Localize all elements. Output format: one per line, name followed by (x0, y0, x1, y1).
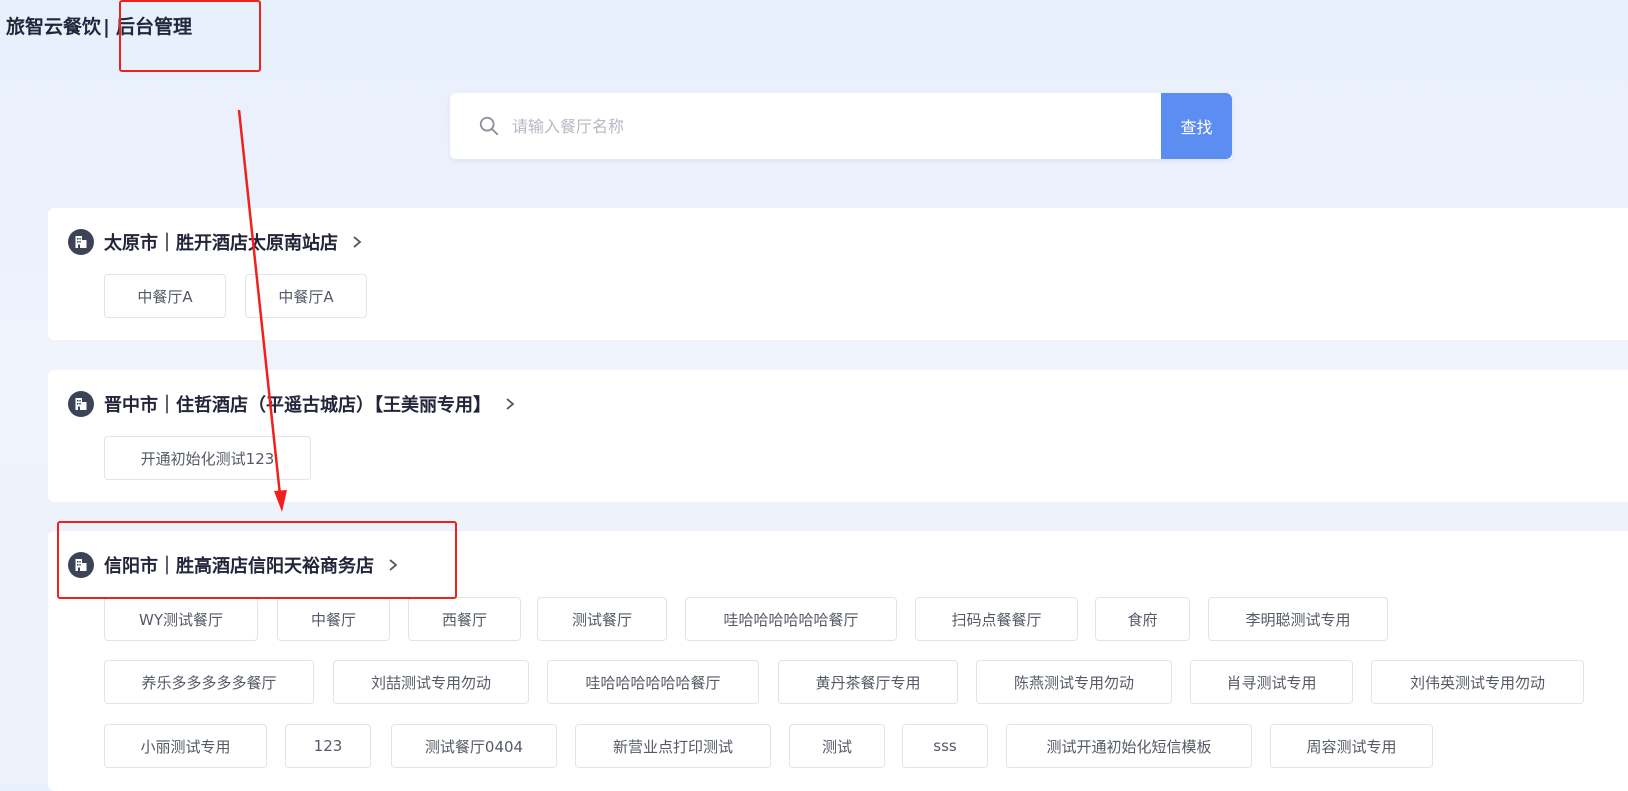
hotel-card: 太原市｜胜开酒店太原南站店 中餐厅A 中餐厅A (48, 208, 1628, 340)
building-icon (68, 391, 94, 417)
restaurant-tag[interactable]: 123 (285, 724, 371, 768)
hotel-name: 太原市｜胜开酒店太原南站店 (104, 233, 338, 254)
search-button[interactable]: 查找 (1161, 93, 1232, 159)
app-title: 旅智云餐饮 | 后台管理 (6, 12, 192, 39)
restaurant-tag[interactable]: 黄丹茶餐厅专用 (778, 660, 958, 704)
restaurant-tag[interactable]: 中餐厅A (245, 274, 367, 318)
building-icon (68, 229, 94, 255)
restaurant-tag[interactable]: 陈燕测试专用勿动 (976, 660, 1172, 704)
restaurant-tag[interactable]: 哇哈哈哈哈哈哈餐厅 (547, 660, 759, 704)
chevron-right-icon (353, 236, 362, 248)
restaurant-tag[interactable]: 刘喆测试专用勿动 (333, 660, 529, 704)
hotel-name: 信阳市｜胜高酒店信阳天裕商务店 (104, 556, 374, 577)
restaurant-tag[interactable]: 测试餐厅0404 (391, 724, 557, 768)
restaurant-tag[interactable]: 测试开通初始化短信模板 (1006, 724, 1252, 768)
hotel-card: 信阳市｜胜高酒店信阳天裕商务店 WY测试餐厅 中餐厅 西餐厅 测试餐厅 哇哈哈哈… (48, 531, 1628, 791)
restaurant-tag[interactable]: 哇哈哈哈哈哈哈餐厅 (685, 597, 897, 641)
restaurant-tag[interactable]: 李明聪测试专用 (1208, 597, 1388, 641)
restaurant-tag[interactable]: 西餐厅 (408, 597, 521, 641)
restaurant-tag[interactable]: sss (902, 724, 988, 768)
search-icon (479, 116, 499, 136)
hotel-header[interactable]: 信阳市｜胜高酒店信阳天裕商务店 (68, 552, 400, 578)
section-title: 后台管理 (115, 16, 192, 38)
building-icon (68, 552, 94, 578)
chevron-right-icon (506, 398, 515, 410)
restaurant-tag[interactable]: 中餐厅 (277, 597, 390, 641)
restaurant-tag[interactable]: 肖寻测试专用 (1190, 660, 1353, 704)
hotel-header[interactable]: 太原市｜胜开酒店太原南站店 (68, 229, 364, 255)
restaurant-tag[interactable]: 养乐多多多多多餐厅 (104, 660, 314, 704)
restaurant-tag[interactable]: 中餐厅A (104, 274, 226, 318)
hotel-card: 晋中市｜住哲酒店（平遥古城店）【王美丽专用】 开通初始化测试123 (48, 370, 1628, 502)
restaurant-tag[interactable]: 测试餐厅 (537, 597, 667, 641)
restaurant-tag[interactable]: 新营业点打印测试 (575, 724, 771, 768)
chevron-right-icon (389, 559, 398, 571)
restaurant-tag[interactable]: 开通初始化测试123 (104, 436, 311, 480)
search-input[interactable] (510, 115, 1114, 137)
hotel-header[interactable]: 晋中市｜住哲酒店（平遥古城店）【王美丽专用】 (68, 391, 517, 417)
restaurant-tag[interactable]: 扫码点餐餐厅 (915, 597, 1078, 641)
restaurant-tag[interactable]: 小丽测试专用 (104, 724, 267, 768)
restaurant-tag[interactable]: 食府 (1095, 597, 1190, 641)
restaurant-tag[interactable]: 测试 (789, 724, 885, 768)
restaurant-tag[interactable]: 周容测试专用 (1270, 724, 1433, 768)
restaurant-tag[interactable]: 刘伟英测试专用勿动 (1371, 660, 1584, 704)
restaurant-tag[interactable]: WY测试餐厅 (104, 597, 258, 641)
search-bar (450, 93, 1232, 159)
brand-name: 旅智云餐饮 (6, 16, 102, 38)
brand-separator: | (103, 16, 110, 38)
hotel-name: 晋中市｜住哲酒店（平遥古城店）【王美丽专用】 (104, 395, 491, 416)
